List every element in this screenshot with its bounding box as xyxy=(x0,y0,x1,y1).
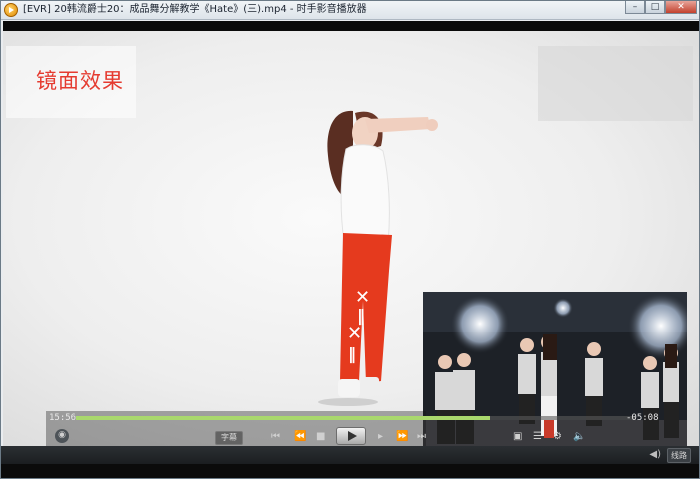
user-icon[interactable]: ◉ xyxy=(55,429,69,443)
volume-slider-icon[interactable]: 🔈 xyxy=(573,431,585,443)
step-forward-icon[interactable]: ▸ xyxy=(378,431,383,443)
window-title: [EVR] 20韩流爵士20：成品舞分解教学《Hate》(三).mp4 - 时手… xyxy=(23,4,367,15)
svg-text:‖: ‖ xyxy=(348,344,356,364)
svg-text:✕: ✕ xyxy=(355,287,370,308)
minimize-button[interactable]: – xyxy=(625,1,645,14)
player-window: [EVR] 20韩流爵士20：成品舞分解教学《Hate》(三).mp4 - 时手… xyxy=(0,0,700,479)
route-button[interactable]: 线路 xyxy=(667,448,691,463)
elapsed-time: 15:56 xyxy=(49,413,77,423)
playlist-icon[interactable]: ☰ xyxy=(533,431,542,443)
settings-icon[interactable]: ⚙ xyxy=(553,431,562,443)
player-icon[interactable] xyxy=(4,3,18,17)
title-bar[interactable]: [EVR] 20韩流爵士20：成品舞分解教学《Hate》(三).mp4 - 时手… xyxy=(1,1,699,20)
bottom-strip xyxy=(1,464,699,478)
status-bar: ◀) 线路 xyxy=(1,446,699,464)
skip-back-icon[interactable]: ⏮ xyxy=(271,431,280,443)
skip-forward-icon[interactable]: ⏭ xyxy=(417,431,426,443)
maximize-button[interactable]: □ xyxy=(645,1,665,14)
volume-icon[interactable]: ◀) xyxy=(649,449,661,461)
progress-bar[interactable] xyxy=(76,416,636,420)
rewind-icon[interactable]: ⏪ xyxy=(294,431,306,443)
close-button[interactable]: ✕ xyxy=(665,1,697,14)
progress-fill xyxy=(76,416,491,420)
stop-icon[interactable]: ■ xyxy=(316,431,325,443)
subtitle-button[interactable]: 字幕 xyxy=(215,431,243,445)
play-icon[interactable] xyxy=(336,427,366,445)
video-area[interactable]: 镜面效果 ✕ ‖ ✕ ‖ 15:56 -05:08 ◉ 字幕 ⏮ ⏪ ■ ▸ ⏩… xyxy=(3,21,699,446)
window-controls: – □ ✕ xyxy=(625,1,697,14)
screenshot-icon[interactable]: ▣ xyxy=(513,431,522,443)
svg-text:✕: ✕ xyxy=(347,323,362,344)
remaining-time: -05:08 xyxy=(626,413,659,423)
fast-forward-icon[interactable]: ⏩ xyxy=(396,431,408,443)
